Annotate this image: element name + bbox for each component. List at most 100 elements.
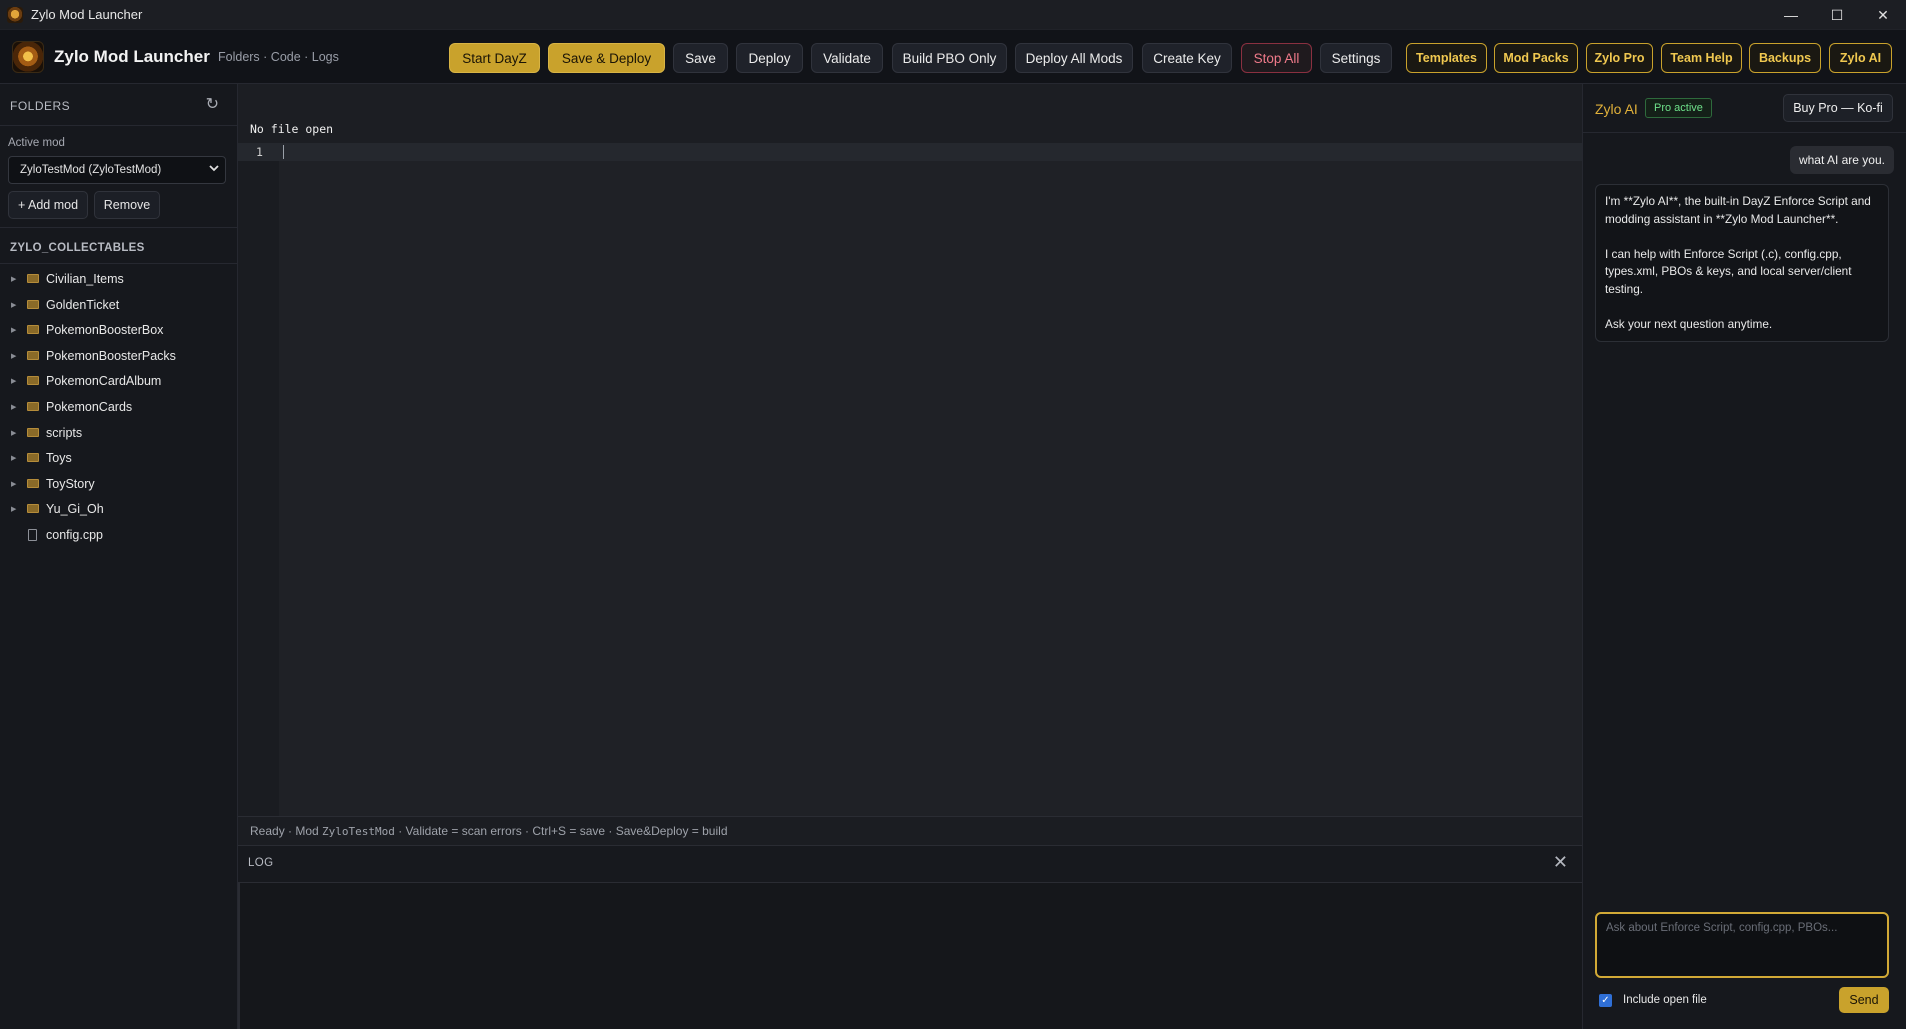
app-icon (7, 6, 23, 23)
active-mod-value: ZyloTestMod (ZyloTestMod) (20, 164, 162, 176)
tree-item-label: PokemonBoosterPacks (46, 348, 176, 363)
logo-icon (12, 41, 44, 73)
remove-mod-button[interactable]: Remove (94, 191, 160, 219)
add-mod-button[interactable]: + Add mod (8, 191, 88, 219)
assistant-paragraph: Ask your next question anytime. (1605, 316, 1773, 331)
tree-item[interactable]: ▶ Yu_Gi_Oh (0, 498, 236, 520)
folder-icon (27, 504, 39, 514)
close-icon[interactable]: ✕ (1860, 0, 1906, 30)
assistant-paragraph: I'm **Zylo AI**, the built-in DayZ Enfor… (1605, 194, 1871, 226)
assistant-message: I'm **Zylo AI**, the built-in DayZ Enfor… (1595, 184, 1889, 342)
mod-packs-button[interactable]: Mod Packs (1494, 43, 1578, 73)
maximize-icon[interactable]: ☐ (1814, 0, 1860, 30)
log-title: LOG (248, 857, 274, 869)
code-area[interactable] (279, 143, 1582, 816)
expand-arrow-icon[interactable]: ▶ (11, 480, 16, 488)
status-text: Ready · Mod (250, 824, 323, 838)
expand-arrow-icon[interactable]: ▶ (11, 352, 16, 360)
folder-icon (27, 299, 39, 309)
tree-item[interactable]: ▶ PokemonCardAlbum (0, 370, 236, 392)
no-file-label: No file open (250, 122, 334, 136)
log-output (238, 882, 1582, 1029)
sidebar-divider (0, 227, 238, 228)
tree-item[interactable]: ▶ ToyStory (0, 473, 236, 495)
team-help-button[interactable]: Team Help (1661, 43, 1742, 73)
active-mod-select[interactable]: ZyloTestMod (ZyloTestMod) (8, 156, 226, 184)
folders-heading: FOLDERS (10, 99, 71, 113)
active-mod-label: Active mod (8, 137, 65, 149)
ai-prompt-input[interactable]: Ask about Enforce Script, config.cpp, PB… (1595, 912, 1889, 978)
current-line-highlight (238, 143, 1582, 161)
header-toolbar: Zylo Mod Launcher Folders · Code · Logs … (0, 30, 1906, 84)
line-gutter (238, 143, 279, 816)
refresh-icon[interactable]: ↻ (206, 94, 219, 114)
save-button[interactable]: Save (673, 43, 728, 73)
folder-icon (27, 427, 39, 437)
window-title: Zylo Mod Launcher (31, 7, 143, 22)
tree-item-label: config.cpp (46, 528, 103, 542)
sidebar-divider (0, 263, 238, 264)
log-panel: LOG ✕ (238, 846, 1582, 1029)
tree-item[interactable]: ▶ GoldenTicket (0, 294, 236, 316)
status-bar: Ready · Mod ZyloTestMod · Validate = sca… (238, 816, 1582, 846)
expand-arrow-icon[interactable]: ▶ (11, 301, 16, 309)
code-editor[interactable]: No file open 1 (238, 84, 1582, 816)
zylo-pro-button[interactable]: Zylo Pro (1586, 43, 1653, 73)
tree-item[interactable]: ▶ PokemonBoosterPacks (0, 345, 236, 367)
expand-arrow-icon[interactable]: ▶ (11, 377, 16, 385)
folder-icon (27, 376, 39, 386)
tree-item-label: ToyStory (46, 476, 95, 491)
zylo-ai-button[interactable]: Zylo AI (1829, 43, 1892, 73)
expand-arrow-icon[interactable]: ▶ (11, 505, 16, 513)
chevron-down-icon (209, 165, 219, 172)
ai-input-placeholder: Ask about Enforce Script, config.cpp, PB… (1606, 922, 1838, 934)
expand-arrow-icon[interactable]: ▶ (11, 429, 16, 437)
buy-pro-button[interactable]: Buy Pro — Ko-fi (1783, 94, 1893, 122)
sidebar-divider (0, 125, 238, 126)
tree-item[interactable]: ▶ PokemonCards (0, 396, 236, 418)
minimize-icon[interactable]: — (1768, 0, 1814, 30)
start-dayz-button[interactable]: Start DayZ (449, 43, 540, 73)
create-key-button[interactable]: Create Key (1142, 43, 1232, 73)
save-deploy-button[interactable]: Save & Deploy (548, 43, 665, 73)
deploy-button[interactable]: Deploy (736, 43, 803, 73)
folder-icon (27, 478, 39, 488)
expand-arrow-icon[interactable]: ▶ (11, 454, 16, 462)
validate-button[interactable]: Validate (811, 43, 883, 73)
file-icon (28, 529, 37, 541)
folder-icon (27, 325, 39, 335)
expand-arrow-icon[interactable]: ▶ (11, 403, 16, 411)
templates-button[interactable]: Templates (1406, 43, 1487, 73)
close-icon[interactable]: ✕ (1553, 852, 1568, 873)
ai-title: Zylo AI (1595, 101, 1638, 117)
send-button[interactable]: Send (1839, 987, 1889, 1013)
tree-item-label: PokemonBoosterBox (46, 323, 164, 338)
tree-item-label: GoldenTicket (46, 297, 120, 312)
tree-item-label: PokemonCards (46, 400, 133, 414)
assistant-paragraph: I can help with Enforce Script (.c), con… (1605, 246, 1852, 296)
status-badge: Pro active (1645, 98, 1712, 118)
brand-title: Zylo Mod Launcher (54, 47, 210, 66)
folder-icon (27, 453, 39, 463)
tree-item[interactable]: ▶ PokemonBoosterBox (0, 319, 236, 341)
user-message: what AI are you. (1789, 146, 1894, 174)
tree-item[interactable]: ▶ Civilian_Items (0, 268, 236, 290)
include-open-file-checkbox[interactable]: ✓ (1599, 994, 1612, 1007)
expand-arrow-icon[interactable]: ▶ (11, 326, 16, 334)
status-mod-name: ZyloTestMod (322, 824, 395, 838)
tree-item[interactable]: ▶ scripts (0, 422, 236, 444)
build-pbo-button[interactable]: Build PBO Only (892, 43, 1007, 73)
settings-button[interactable]: Settings (1320, 43, 1392, 73)
folder-icon (27, 402, 39, 411)
expand-arrow-icon[interactable]: ▶ (11, 275, 16, 283)
tree-item-label: Yu_Gi_Oh (46, 502, 104, 517)
deploy-all-mods-button[interactable]: Deploy All Mods (1015, 43, 1133, 73)
tree-item[interactable]: ▶ Toys (0, 447, 236, 469)
tree-item-label: Civilian_Items (46, 272, 124, 286)
stop-all-button[interactable]: Stop All (1241, 43, 1312, 73)
status-hints: · Validate = scan errors · Ctrl+S = save… (394, 824, 728, 838)
tree-item[interactable]: config.cpp (0, 524, 236, 546)
ai-panel: Zylo AI Pro active Buy Pro — Ko-fi what … (1582, 84, 1906, 1029)
tree-item-label: scripts (46, 425, 83, 440)
backups-button[interactable]: Backups (1749, 43, 1821, 73)
